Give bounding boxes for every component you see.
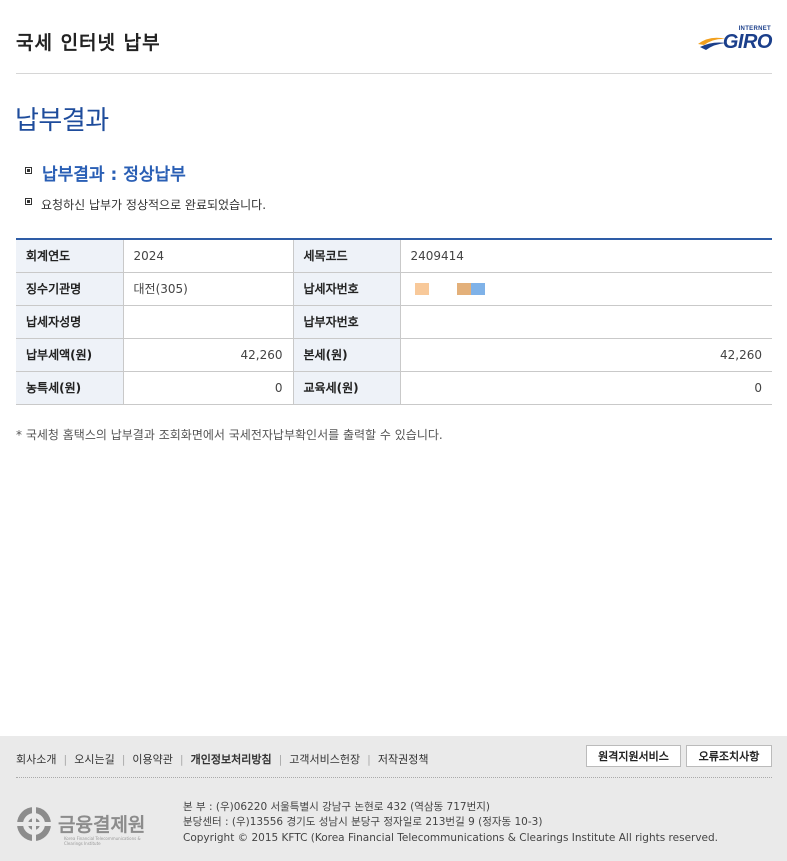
giro-logo: INTERNET GIRO — [696, 26, 773, 54]
footer-link-privacy[interactable]: 개인정보처리방침 — [191, 753, 272, 766]
footer: 회사소개 | 오시는길 | 이용약관 | 개인정보처리방침 | 고객서비스헌장 | 저작권정책 원격… — [0, 736, 787, 861]
footer-link-copyright[interactable]: 저작권정책 — [378, 753, 429, 766]
kftc-logo: 금융결제원 Korea Financial Telecommunications… — [16, 804, 156, 848]
collecting-agency-value: 대전(305) — [123, 272, 294, 306]
education-tax-value: 0 — [400, 371, 772, 405]
payment-amount-value: 42,260 — [123, 338, 294, 372]
tax-code-value: 2409414 — [400, 239, 772, 273]
bullet-icon — [25, 198, 32, 205]
separator: | — [179, 753, 184, 766]
taxpayer-number-value — [400, 272, 772, 306]
footer-divider — [16, 777, 772, 778]
payer-number-label: 납부자번호 — [293, 305, 401, 339]
redaction-block — [428, 283, 457, 295]
taxpayer-number-label: 납세자번호 — [293, 272, 401, 306]
redaction-block — [414, 283, 429, 295]
redaction-block — [456, 283, 471, 295]
footer-link-terms[interactable]: 이용약관 — [132, 753, 172, 766]
header-title: 국세 인터넷 납부 — [16, 32, 161, 54]
result-message: 요청하신 납부가 정상적으로 완료되었습니다. — [41, 198, 267, 212]
fiscal-year-label: 회계연도 — [16, 239, 124, 273]
page-title: 납부결과 — [15, 106, 109, 136]
principal-tax-label: 본세(원) — [293, 338, 401, 372]
taxpayer-name-label: 납세자성명 — [16, 305, 124, 339]
table-row: 회계연도 2024 세목코드 2409414 — [16, 239, 772, 273]
fiscal-year-value: 2024 — [123, 239, 294, 273]
address-main: 본 부 : (우)06220 서울특별시 강남구 논현로 432 (역삼동 71… — [183, 801, 490, 813]
page-header: 국세 인터넷 납부 INTERNET GIRO — [16, 0, 773, 74]
footer-links: 회사소개 | 오시는길 | 이용약관 | 개인정보처리방침 | 고객서비스헌장 | 저작권정책 — [16, 751, 428, 767]
table-row: 납부세액(원) 42,260 본세(원) 42,260 — [16, 338, 772, 372]
footer-link-about[interactable]: 회사소개 — [16, 753, 56, 766]
rural-special-tax-value: 0 — [123, 371, 294, 405]
remote-support-button[interactable]: 원격지원서비스 — [586, 745, 681, 767]
principal-tax-value: 42,260 — [400, 338, 772, 372]
bullet-icon — [25, 167, 32, 174]
tax-code-label: 세목코드 — [293, 239, 401, 273]
result-title: 납부결과 : 정상납부 — [42, 165, 186, 185]
collecting-agency-label: 징수기관명 — [16, 272, 124, 306]
org-name-en: Korea Financial Telecommunications & Cle… — [64, 836, 141, 846]
payment-amount-label: 납부세액(원) — [16, 338, 124, 372]
rural-special-tax-label: 농특세(원) — [16, 371, 124, 405]
table-row: 징수기관명 대전(305) 납세자번호 — [16, 272, 772, 306]
org-name: 금융결제원 — [58, 814, 146, 836]
kftc-emblem-icon — [16, 806, 52, 842]
taxpayer-name-value — [123, 305, 294, 339]
footer-link-directions[interactable]: 오시는길 — [74, 753, 114, 766]
error-action-button[interactable]: 오류조치사항 — [686, 745, 772, 767]
payer-number-value — [400, 305, 772, 339]
redaction-block — [470, 283, 485, 295]
separator: | — [121, 753, 126, 766]
payment-result-table: 회계연도 2024 세목코드 2409414 징수기관명 대전(305) 납세자… — [16, 238, 772, 405]
separator: | — [278, 753, 283, 766]
notice-text: * 국세청 홈택스의 납부결과 조회화면에서 국세전자납부확인서를 출력할 수 … — [16, 428, 443, 442]
giro-logo-main: GIRO — [722, 31, 773, 53]
education-tax-label: 교육세(원) — [293, 371, 401, 405]
separator: | — [63, 753, 68, 766]
address-branch: 분당센터 : (우)13556 경기도 성남시 분당구 정자일로 213번길 9… — [183, 816, 543, 828]
copyright: Copyright © 2015 KFTC (Korea Financial T… — [183, 832, 719, 844]
separator: | — [367, 753, 371, 766]
table-row: 농특세(원) 0 교육세(원) 0 — [16, 371, 772, 405]
footer-link-customer-charter[interactable]: 고객서비스헌장 — [289, 753, 360, 766]
table-row: 납세자성명 납부자번호 — [16, 305, 772, 339]
